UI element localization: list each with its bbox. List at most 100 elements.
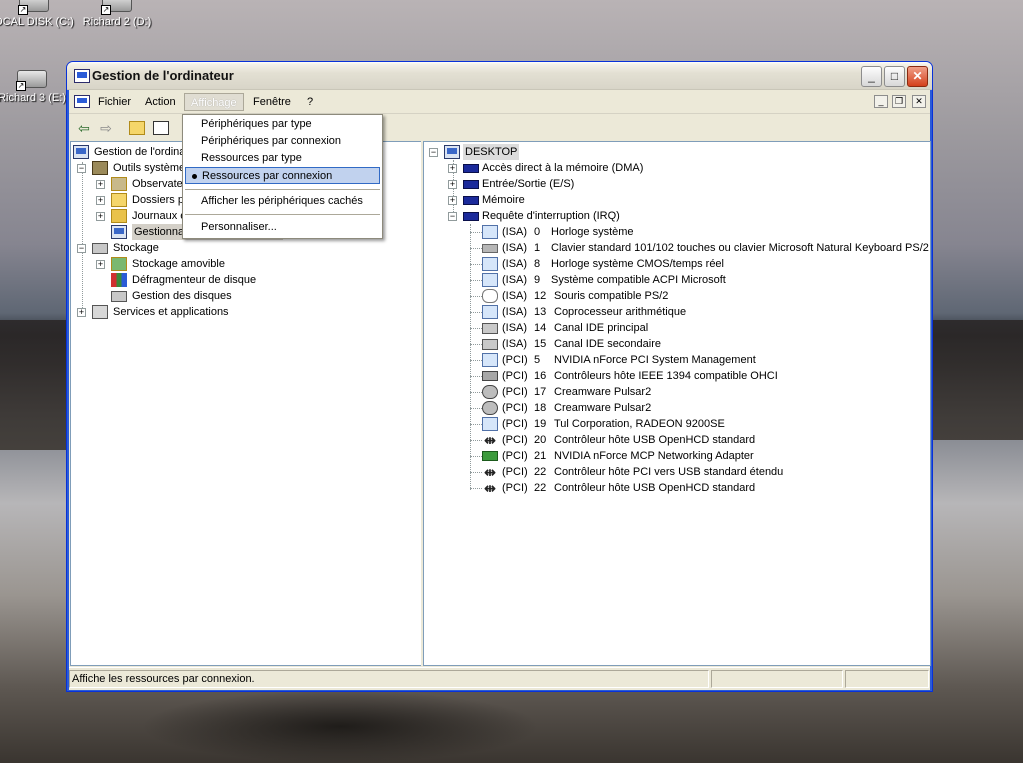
irq-bus: (PCI) [502, 450, 528, 462]
view-menu-show-hidden-devices[interactable]: Afficher les périphériques cachés [183, 193, 382, 210]
drive-icon: ↗ [18, 0, 49, 15]
tree-line [470, 424, 482, 425]
minimize-button[interactable]: _ [861, 66, 882, 87]
expand-icon[interactable]: + [96, 180, 105, 189]
mdi-restore-button[interactable]: ❐ [892, 95, 906, 108]
irq-bus: (ISA) [502, 306, 528, 318]
net-device-icon [482, 451, 498, 461]
irq-number: 14 [534, 322, 547, 334]
close-button[interactable]: ✕ [907, 66, 928, 87]
details-pane[interactable]: − DESKTOP + Accès direct à la mémoire (D… [423, 141, 931, 666]
radio-bullet-icon [192, 174, 197, 179]
menu-fenetre[interactable]: Fenêtre [247, 93, 297, 111]
irq-bus: (ISA) [502, 258, 528, 270]
view-menu-devices-by-connection[interactable]: Périphériques par connexion [183, 133, 382, 150]
computer-management-icon [74, 69, 90, 83]
mon-device-icon [482, 257, 498, 271]
mon-device-icon [482, 305, 498, 319]
irq-number: 18 [534, 402, 547, 414]
expand-icon[interactable]: + [448, 196, 457, 205]
irq-number: 5 [534, 354, 541, 366]
irq-device-name: Creamware Pulsar2 [554, 386, 652, 398]
tree-label: DESKTOP [463, 144, 520, 160]
spk-device-icon [482, 385, 498, 399]
tree-label: Gestion des disques [132, 290, 232, 302]
computer-icon [444, 145, 460, 159]
desktop-icon-richard-2[interactable]: ↗ Richard 2 (D:) [77, 0, 157, 28]
irq-number: 15 [534, 338, 547, 350]
tree-line [470, 376, 482, 377]
irq-number: 8 [534, 258, 541, 270]
expand-icon[interactable]: + [96, 260, 105, 269]
irq-number: 22 [534, 482, 547, 494]
expand-icon[interactable]: + [448, 180, 457, 189]
irq-bus: (PCI) [502, 418, 528, 430]
irq-number: 20 [534, 434, 547, 446]
defragmenter-icon [111, 273, 127, 287]
mon-device-icon [482, 353, 498, 367]
tree-label: Accès direct à la mémoire (DMA) [482, 162, 644, 174]
irq-device-name: Contrôleurs hôte IEEE 1394 compatible OH… [554, 370, 778, 382]
menu-separator [185, 189, 380, 190]
services-icon [92, 305, 108, 319]
device-manager-icon [111, 225, 127, 239]
irq-bus: (PCI) [502, 466, 528, 478]
mon-device-icon [482, 273, 498, 287]
expand-icon[interactable]: + [96, 212, 105, 221]
irq-device-name: Souris compatible PS/2 [554, 290, 669, 302]
tree-line [470, 264, 482, 265]
irq-number: 12 [534, 290, 547, 302]
irq-number: 21 [534, 450, 547, 462]
menu-affichage[interactable]: Affichage [184, 93, 244, 111]
menu-help[interactable]: ? [301, 93, 319, 111]
irq-device-name: NVIDIA nForce PCI System Management [554, 354, 756, 366]
tree-line [470, 456, 482, 457]
tree-label: Requête d'interruption (IRQ) [482, 210, 620, 222]
back-arrow-icon[interactable]: ⇦ [75, 119, 93, 137]
show-hide-tree-icon[interactable] [153, 121, 169, 135]
maximize-button[interactable]: □ [884, 66, 905, 87]
tree-label: Outils système [113, 162, 186, 174]
irq-number: 0 [534, 226, 541, 238]
irq-bus: (ISA) [502, 226, 528, 238]
title-bar[interactable]: Gestion de l'ordinateur _ □ ✕ [67, 62, 932, 90]
view-menu-resources-by-connection[interactable]: Ressources par connexion [185, 167, 380, 184]
view-menu-resources-by-type[interactable]: Ressources par type [183, 150, 382, 167]
tree-line [470, 296, 482, 297]
menu-action[interactable]: Action [139, 93, 182, 111]
mdi-close-button[interactable]: ✕ [912, 95, 926, 108]
memory-icon [463, 196, 479, 205]
tree-line [470, 440, 482, 441]
expand-icon[interactable]: + [448, 164, 457, 173]
up-folder-icon[interactable] [129, 121, 145, 135]
collapse-icon[interactable]: − [77, 244, 86, 253]
tree-label: Services et applications [113, 306, 229, 318]
irq-device-name: Canal IDE principal [554, 322, 649, 334]
drive-icon: ↗ [16, 70, 47, 91]
forward-arrow-icon[interactable]: ⇨ [97, 119, 115, 137]
view-menu-customize[interactable]: Personnaliser... [183, 219, 382, 236]
mon-device-icon [482, 225, 498, 239]
mdi-minimize-button[interactable]: _ [874, 95, 888, 108]
desktop-trees-silhouette [0, 320, 67, 450]
status-cell [845, 670, 929, 688]
menu-fichier[interactable]: Fichier [92, 93, 137, 111]
collapse-icon[interactable]: − [448, 212, 457, 221]
irq-number: 17 [534, 386, 547, 398]
irq-bus: (ISA) [502, 274, 528, 286]
expand-icon[interactable]: + [77, 308, 86, 317]
tree-line [470, 248, 482, 249]
irq-bus: (PCI) [502, 370, 528, 382]
desktop-icon-local-disk-c[interactable]: ↗ OCAL DISK (C:) [0, 0, 74, 28]
irq-device-name: Canal IDE secondaire [554, 338, 662, 350]
irq-number: 1 [534, 242, 541, 254]
view-menu-devices-by-type[interactable]: Périphériques par type [183, 116, 382, 133]
tree-line [470, 488, 482, 489]
collapse-icon[interactable]: − [429, 148, 438, 157]
expand-icon[interactable]: + [96, 196, 105, 205]
mouse-device-icon [482, 289, 498, 303]
status-cell [711, 670, 843, 688]
desktop-icon-richard-3[interactable]: ↗ Richard 3 (E:) [0, 70, 72, 104]
system-menu-icon[interactable] [74, 95, 90, 108]
collapse-icon[interactable]: − [77, 164, 86, 173]
